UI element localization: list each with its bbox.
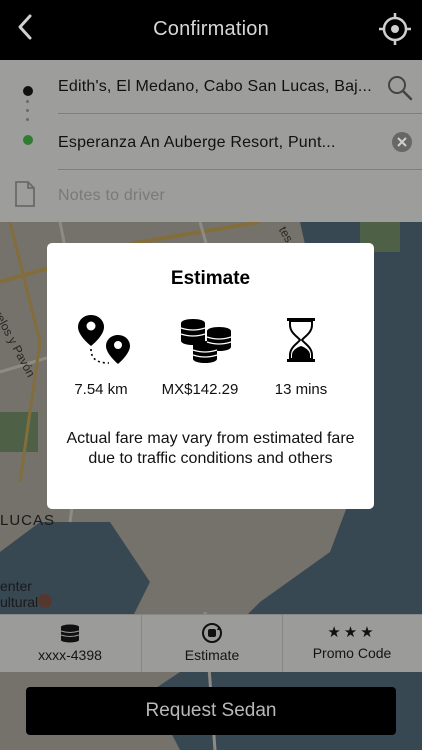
- document-icon: [15, 181, 35, 207]
- destination-address[interactable]: Esperanza An Auberge Resort, Punt...: [58, 134, 380, 152]
- estimate-option[interactable]: Estimate: [141, 615, 283, 672]
- page-title: Confirmation: [153, 18, 269, 40]
- distance-stat: 7.54 km: [47, 313, 155, 398]
- duration-stat: 13 mins: [247, 313, 355, 398]
- ride-options-bar: xxxx-4398 Estimate ★★★ Promo Code: [0, 614, 422, 672]
- estimate-label: Estimate: [184, 647, 240, 663]
- search-icon[interactable]: [386, 74, 414, 102]
- route-pins-icon: [78, 315, 130, 364]
- promo-option[interactable]: ★★★ Promo Code: [282, 615, 422, 672]
- notes-row[interactable]: Notes to driver: [0, 170, 422, 224]
- fare-stat: MX$142.29: [145, 313, 255, 398]
- coins-icon: [180, 319, 232, 363]
- origin-row[interactable]: Edith's, El Medano, Cabo San Lucas, Baj.…: [0, 60, 422, 114]
- stars-icon: ★★★: [327, 624, 377, 641]
- dialog-title: Estimate: [170, 268, 251, 289]
- refresh-coin-icon: [202, 623, 222, 643]
- origin-dot-icon: [23, 86, 33, 96]
- distance-value: 7.54 km: [74, 381, 128, 398]
- header-bar: Confirmation: [0, 0, 422, 60]
- notes-to-driver-field[interactable]: Notes to driver: [58, 187, 380, 205]
- hourglass-icon: [287, 318, 315, 362]
- destination-row[interactable]: Esperanza An Auberge Resort, Punt...: [0, 116, 422, 170]
- payment-card-label: xxxx-4398: [38, 647, 102, 663]
- duration-value: 13 mins: [274, 381, 328, 398]
- estimate-dialog: Estimate 7.54 km MX$142.29 13 mins Actua…: [47, 243, 374, 509]
- coins-icon: [60, 624, 80, 643]
- promo-code-label: Promo Code: [312, 645, 392, 661]
- request-sedan-button[interactable]: Request Sedan: [26, 687, 396, 735]
- crosshair-icon[interactable]: [378, 12, 412, 46]
- destination-dot-icon: [23, 135, 33, 145]
- origin-address[interactable]: Edith's, El Medano, Cabo San Lucas, Baj.…: [58, 78, 380, 96]
- divider: [58, 113, 422, 114]
- clear-icon[interactable]: [392, 132, 412, 152]
- route-panel: Edith's, El Medano, Cabo San Lucas, Baj.…: [0, 60, 422, 222]
- payment-option[interactable]: xxxx-4398: [0, 615, 140, 672]
- fare-value: MX$142.29: [161, 381, 239, 398]
- fare-disclaimer: Actual fare may vary from estimated fare…: [66, 430, 355, 467]
